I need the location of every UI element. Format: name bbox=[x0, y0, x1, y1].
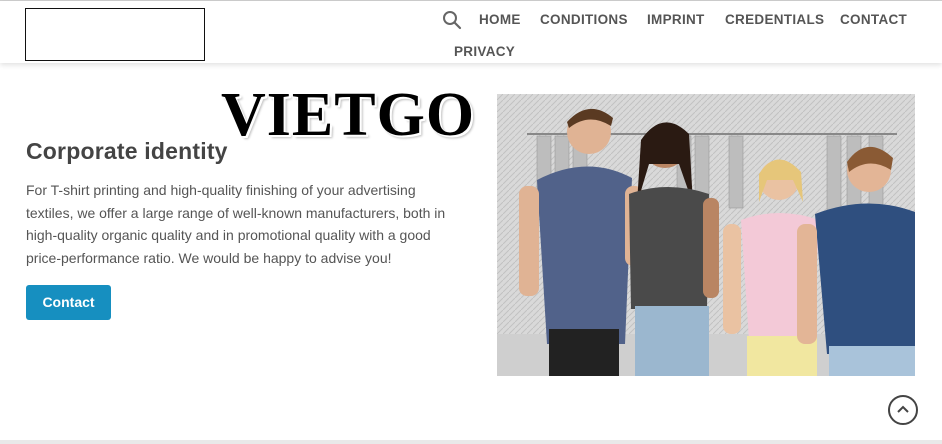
photo-illustration bbox=[497, 94, 915, 376]
chevron-up-icon bbox=[897, 405, 909, 413]
main-nav: HOME CONDITIONS IMPRINT CREDENTIALS CONT… bbox=[0, 1, 942, 63]
nav-conditions[interactable]: CONDITIONS bbox=[540, 12, 628, 27]
bottom-edge bbox=[0, 440, 942, 444]
site-header: HOME CONDITIONS IMPRINT CREDENTIALS CONT… bbox=[0, 1, 942, 63]
search-icon[interactable] bbox=[442, 10, 462, 30]
hero-photo bbox=[497, 94, 915, 376]
nav-privacy[interactable]: PRIVACY bbox=[454, 44, 515, 59]
contact-button[interactable]: Contact bbox=[26, 285, 111, 320]
scroll-to-top-button[interactable] bbox=[888, 395, 918, 425]
nav-contact[interactable]: CONTACT bbox=[840, 12, 907, 27]
nav-home[interactable]: HOME bbox=[479, 12, 521, 27]
section-heading: Corporate identity bbox=[26, 138, 228, 164]
nav-credentials[interactable]: CREDENTIALS bbox=[725, 12, 824, 27]
watermark-text: VIETGO bbox=[221, 81, 476, 149]
section-paragraph: For T-shirt printing and high-quality fi… bbox=[26, 182, 446, 266]
nav-imprint[interactable]: IMPRINT bbox=[647, 12, 705, 27]
